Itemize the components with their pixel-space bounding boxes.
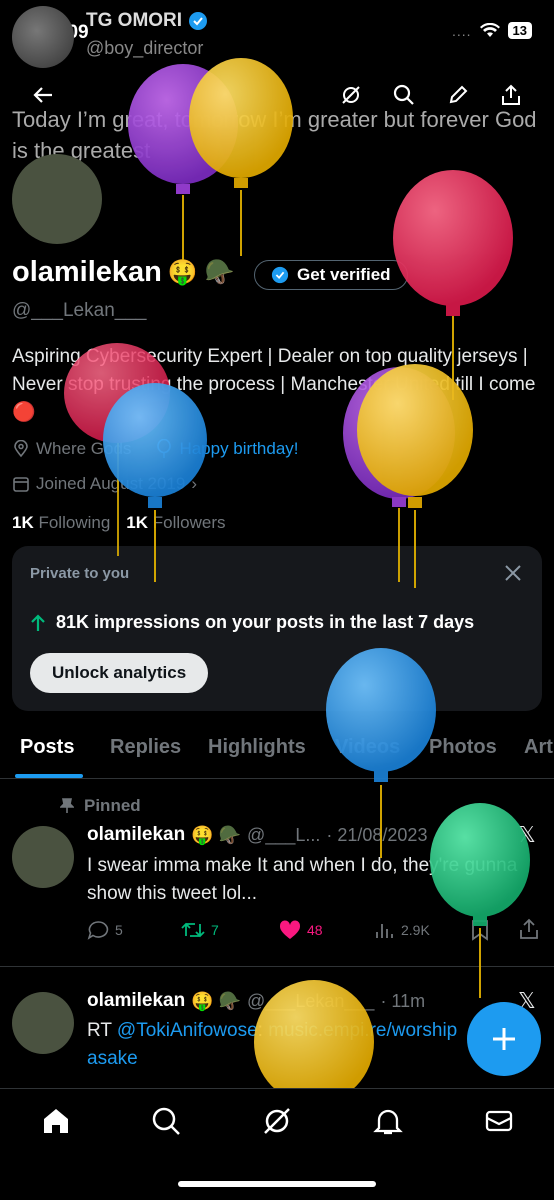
tab-photos[interactable]: Photos — [429, 736, 497, 759]
plus-icon — [493, 1028, 515, 1050]
post-text-suffix: : — [257, 1020, 269, 1041]
location-pin-icon — [14, 440, 28, 458]
grok-x-icon[interactable]: 𝕏 — [518, 822, 536, 848]
post-header: olamilekan 🤑 🪖 @___L... · 21/08/2023 — [87, 824, 427, 846]
impressions-text: 81K impressions on your posts in the las… — [56, 612, 475, 632]
followers-link[interactable]: 1K Followers — [126, 513, 225, 533]
followers-count: 1K — [126, 513, 149, 532]
pin-icon — [60, 798, 74, 813]
views-count: 2.9K — [401, 922, 430, 938]
follow-counts: 1K Following 1K Followers — [12, 513, 226, 533]
profile-tabs: Posts Replies Highlights Videos Photos A… — [0, 728, 554, 779]
home-indicator — [178, 1181, 376, 1187]
notifications-bell-icon[interactable] — [370, 1103, 406, 1139]
following-link[interactable]: 1K Following — [12, 513, 110, 533]
header-handle: @boy_director — [86, 38, 204, 58]
name-emoji: 🤑 🪖 — [167, 259, 235, 286]
signal-icon: .... — [451, 22, 472, 39]
profile-avatar[interactable] — [12, 154, 102, 244]
post-text: I swear imma make It and when I do, they… — [87, 855, 518, 904]
mention-link[interactable]: @TokiAnifowose — [117, 1020, 258, 1041]
unlock-analytics-button[interactable]: Unlock analytics — [30, 653, 209, 693]
post-author-name[interactable]: olamilekan — [87, 990, 185, 1012]
share-icon[interactable] — [519, 918, 539, 940]
reply-count: 5 — [115, 922, 123, 938]
tab-highlights[interactable]: Highlights — [208, 736, 306, 759]
views-chart-icon — [376, 924, 393, 938]
reply-action[interactable]: 5 — [87, 920, 123, 940]
retweet-prefix: RT — [87, 1020, 117, 1041]
like-count: 48 — [307, 922, 323, 938]
post-actions: 5 7 48 2.9K — [87, 917, 542, 943]
header-name: TG OMORI — [86, 10, 208, 32]
repost-count: 7 — [211, 922, 219, 938]
display-name-text: olamilekan — [12, 256, 162, 288]
meta-row-joined[interactable]: Joined August 2019 › — [12, 474, 197, 494]
birthday-text: Happy birthday! — [179, 439, 299, 458]
repost-action[interactable]: 7 — [181, 921, 219, 939]
header-name-text: TG OMORI — [86, 10, 183, 31]
meta-row-location: Where Gods Happy birthday! — [12, 439, 299, 459]
calendar-icon — [13, 477, 29, 492]
messages-envelope-icon[interactable] — [481, 1103, 517, 1139]
compose-post-button[interactable] — [467, 1002, 541, 1076]
verified-badge-icon — [189, 12, 208, 30]
wifi-icon — [479, 22, 500, 37]
display-name: olamilekan 🤑 🪖 — [12, 256, 234, 289]
tab-posts[interactable]: Posts — [20, 736, 74, 759]
post-divider — [0, 966, 554, 967]
close-icon[interactable] — [502, 562, 524, 584]
joined-text: Joined August 2019 — [36, 474, 186, 493]
heart-icon — [279, 920, 301, 939]
post-author-name[interactable]: olamilekan — [87, 824, 185, 846]
profile-bio: Aspiring Cybersecurity Expert | Dealer o… — [12, 346, 536, 423]
location-text: Where Gods — [36, 439, 132, 458]
post-date: · 21/08/2023 — [326, 824, 428, 845]
tab-active-indicator — [15, 774, 83, 778]
post-author-emoji: 🤑 🪖 — [191, 824, 242, 845]
private-card-title: Private to you — [30, 565, 130, 582]
following-label: Following — [38, 513, 111, 532]
arrow-up-icon — [31, 613, 45, 631]
verified-badge-icon — [271, 266, 289, 284]
battery-icon: 13 — [507, 22, 532, 39]
home-icon[interactable] — [38, 1103, 74, 1139]
reply-icon — [87, 921, 109, 940]
grok-icon[interactable] — [259, 1103, 295, 1139]
tab-videos[interactable]: Videos — [335, 736, 400, 759]
post-avatar[interactable] — [12, 992, 74, 1054]
like-action[interactable]: 48 — [279, 920, 323, 940]
chevron-right-icon: › — [191, 474, 198, 493]
views-action[interactable]: 2.9K — [375, 921, 430, 939]
balloon-icon — [157, 439, 172, 458]
tab-replies[interactable]: Replies — [110, 736, 181, 759]
post-author-emoji: 🤑 🪖 — [191, 990, 242, 1011]
post-author-handle: @___Lekan___ — [247, 990, 375, 1011]
pinned-text: Pinned — [84, 796, 141, 815]
post-author-handle: @___L... — [247, 824, 321, 845]
search-icon[interactable] — [148, 1103, 184, 1139]
post-avatar[interactable] — [12, 826, 74, 888]
pinned-label: Pinned — [60, 796, 141, 816]
repost-icon — [181, 922, 205, 938]
get-verified-label: Get verified — [297, 265, 391, 284]
bookmark-icon[interactable] — [471, 919, 489, 941]
banner-text: Today I’m great, tomorrow I’m greater bu… — [12, 107, 537, 163]
get-verified-button[interactable]: Get verified — [254, 260, 408, 290]
status-icons: .... 13 — [452, 22, 532, 39]
header-avatar — [12, 6, 74, 68]
post-date: · 11m — [380, 990, 426, 1011]
post-text: RT @TokiAnifowose: music.empi.re/worship… — [87, 1017, 467, 1073]
private-analytics-card: Private to you 81K impressions on your p… — [12, 546, 542, 711]
post-header: olamilekan 🤑 🪖 @___Lekan___ · 11m — [87, 990, 425, 1012]
tab-articles[interactable]: Art — [524, 736, 553, 759]
following-count: 1K — [12, 513, 34, 532]
profile-handle: @___Lekan___ — [12, 300, 147, 321]
followers-label: Followers — [152, 513, 226, 532]
impressions-row: 81K impressions on your posts in the las… — [30, 612, 474, 633]
